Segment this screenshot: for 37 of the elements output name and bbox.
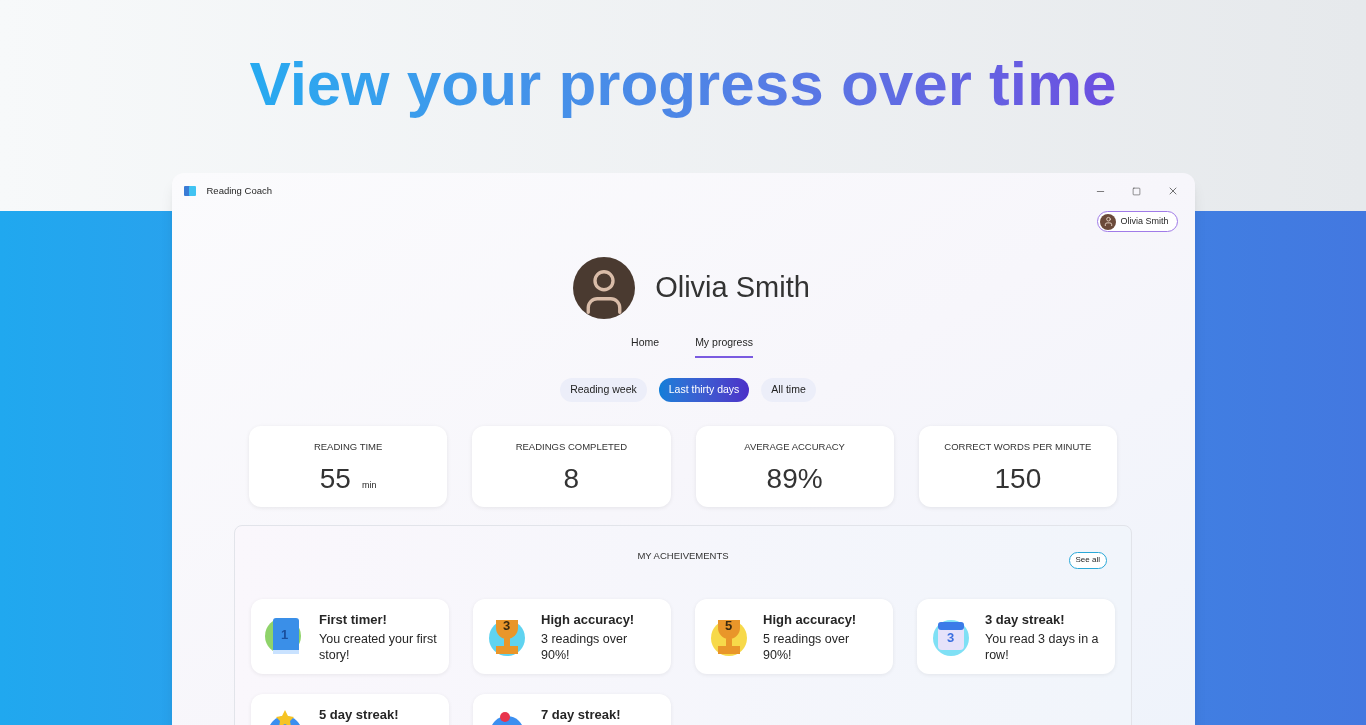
stat-value: 150 xyxy=(994,462,1042,496)
stat-value: 55 xyxy=(319,462,351,496)
app-logo-icon xyxy=(183,185,196,197)
nav-tab[interactable]: My progress xyxy=(695,333,753,358)
filter-pill[interactable]: Last thirty days xyxy=(658,377,750,402)
achievement-description: You created your first story! xyxy=(319,630,437,663)
filter-pill[interactable]: All time xyxy=(761,377,816,402)
nav-tab[interactable]: Home xyxy=(631,333,660,358)
achievement-description: You read 3 days in a row! xyxy=(985,630,1100,663)
achievement-title: 5 day streak! xyxy=(319,706,399,723)
see-all-button[interactable]: See all xyxy=(1068,551,1107,569)
filter-pill[interactable]: Reading week xyxy=(560,377,647,402)
achievements-title: MY ACHEIVEMENTS xyxy=(637,549,729,564)
achievement-title: 7 day streak! xyxy=(541,706,621,723)
achievement-title: First timer! xyxy=(319,611,388,628)
stat-label: CORRECT WORDS PER MINUTE xyxy=(944,439,1092,454)
achievement-title: 3 day streak! xyxy=(985,611,1066,628)
account-button[interactable]: Olivia Smith xyxy=(1097,211,1178,232)
badge-number: 5 xyxy=(725,618,733,633)
window-title: Reading Coach xyxy=(206,183,272,198)
stat-unit: min xyxy=(361,479,377,492)
badge-number: 3 xyxy=(947,630,955,645)
stat-label: AVERAGE ACCURACY xyxy=(744,439,845,454)
achievement-description: 3 readings over 90%! xyxy=(541,630,629,663)
avatar-icon xyxy=(1100,213,1117,230)
achievement-title: High accuracy! xyxy=(541,611,636,628)
stat-label: READING TIME xyxy=(313,439,383,454)
stat-label: READINGS COMPLETED xyxy=(515,439,628,454)
stat-value: 8 xyxy=(563,462,580,496)
achievement-description: 5 readings over 90%! xyxy=(763,630,851,663)
profile-name: Olivia Smith xyxy=(655,270,810,306)
badge-number: 3 xyxy=(503,618,511,633)
maximize-button[interactable] xyxy=(1129,184,1143,198)
stat-value: 89% xyxy=(766,462,823,496)
badge-number: 1 xyxy=(281,627,289,642)
achievement-title: High accuracy! xyxy=(763,611,858,628)
maximize-icon xyxy=(1131,186,1141,196)
